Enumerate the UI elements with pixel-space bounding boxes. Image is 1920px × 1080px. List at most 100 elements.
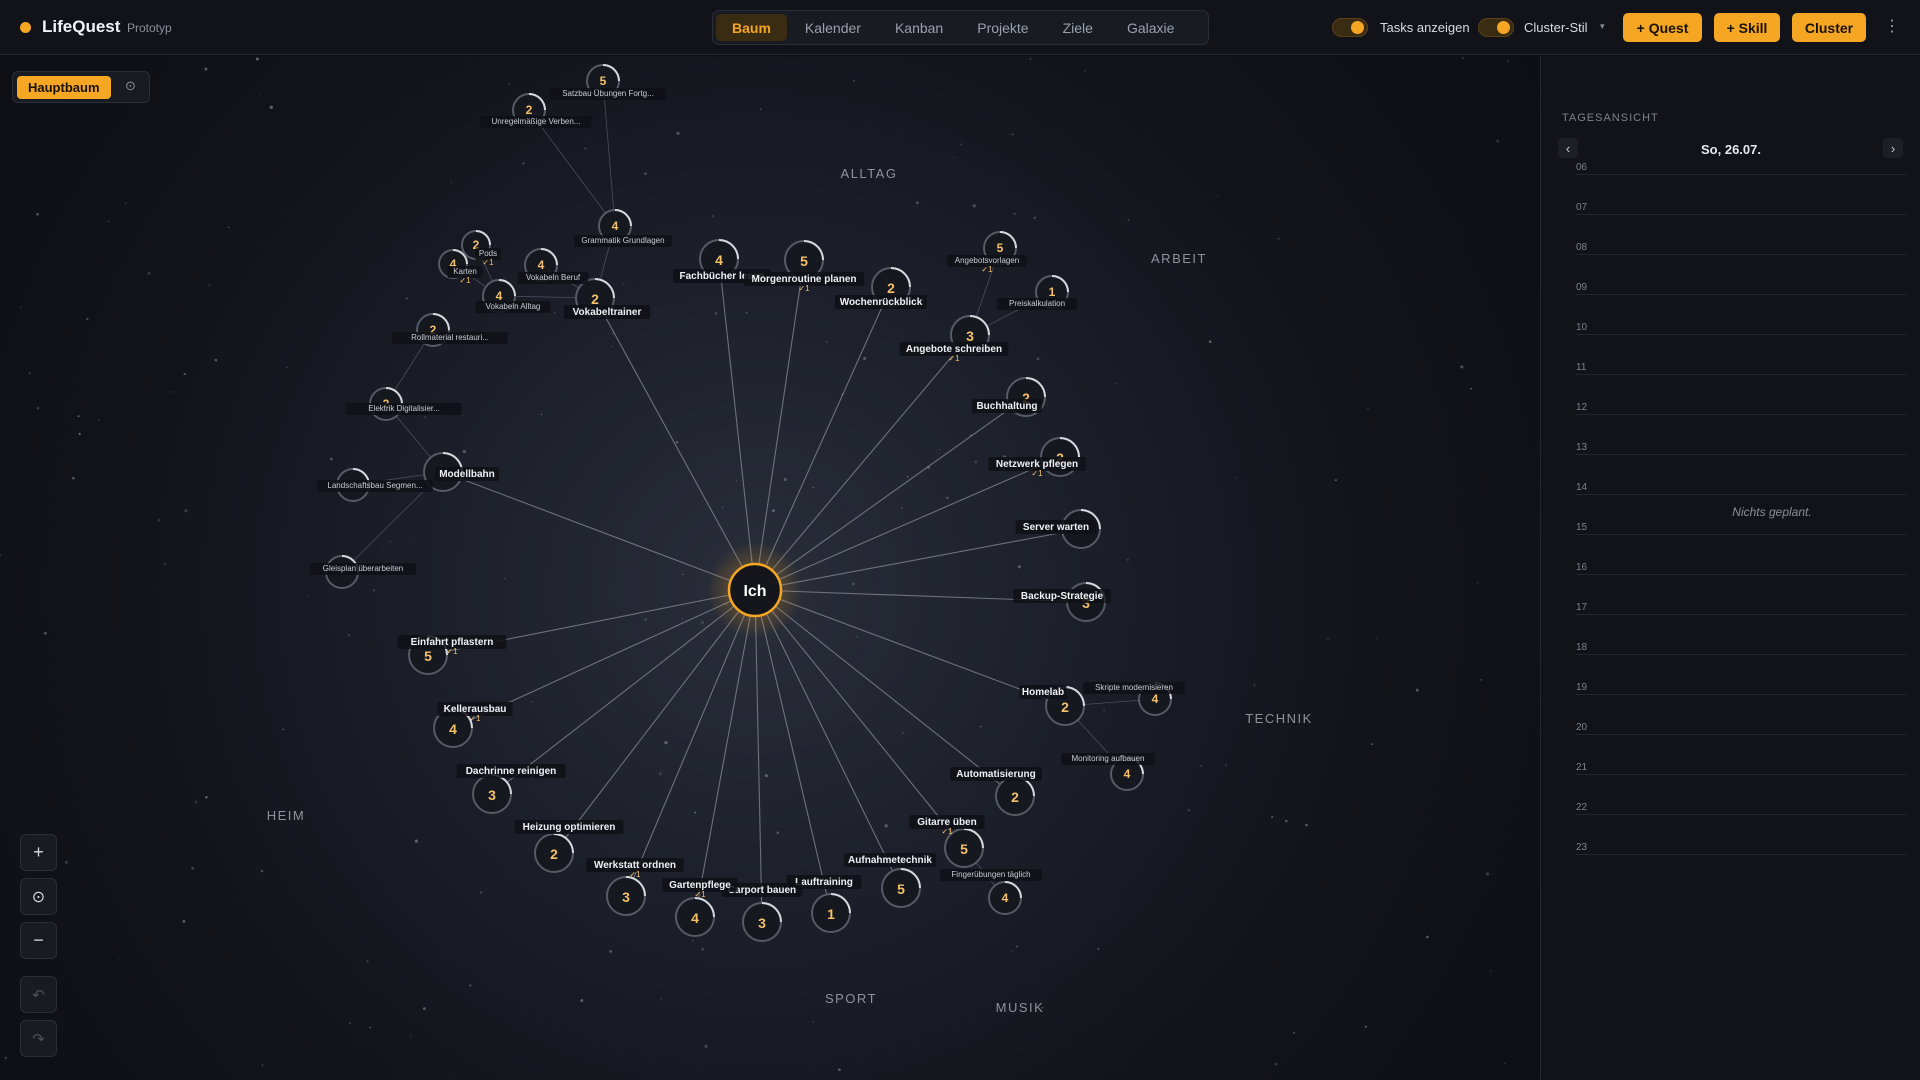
skill-node-n23[interactable]: 3 Dachrinne reinigen — [456, 764, 566, 814]
skill-node-level: 1 — [827, 906, 835, 922]
hour-slot[interactable] — [1575, 614, 1907, 615]
center-view-button[interactable]: ⊙ — [20, 878, 57, 915]
tab-projekte[interactable]: Projekte — [961, 14, 1044, 41]
add-skill-button[interactable]: + Skill — [1714, 13, 1780, 42]
skill-node-n2[interactable]: 5Morgenroutine planen✓1 — [744, 240, 864, 293]
skill-node-n30[interactable]: 2Rollmaterial restauri... — [392, 313, 508, 347]
star — [856, 635, 858, 638]
undo-button[interactable]: ↶ — [20, 976, 57, 1013]
star — [701, 947, 704, 951]
skill-node-n10[interactable]: 3Backup-Strategie — [1013, 582, 1111, 622]
star — [1503, 1062, 1506, 1065]
star — [980, 725, 982, 728]
hour-slot[interactable] — [1575, 854, 1907, 855]
add-quest-button[interactable]: + Quest — [1623, 13, 1702, 42]
redo-button[interactable]: ↷ — [20, 1020, 57, 1057]
skill-node-n24[interactable]: 4Kellerausbau✓1 — [433, 702, 513, 748]
next-day-button[interactable]: › — [1883, 138, 1903, 158]
center-node-label: Ich — [743, 583, 766, 600]
skill-node-n31[interactable]: 2Vokabeltrainer — [563, 278, 651, 319]
cluster-style-caret-icon[interactable]: ▾ — [1600, 21, 1605, 32]
cluster-style-toggle[interactable] — [1478, 18, 1514, 37]
skill-node-n38[interactable]: 5Satzbau Übungen Fortg... — [550, 64, 666, 100]
star — [1017, 565, 1022, 569]
skill-node-n8[interactable]: 2Netzwerk pflegen✓1 — [988, 437, 1086, 478]
skill-node-level: 4 — [538, 258, 545, 272]
skill-node-n27[interactable]: Landschaftsbau Segmen... — [317, 468, 433, 502]
hour-slot[interactable] — [1575, 334, 1907, 335]
skill-node-n16[interactable]: 4 Fingerübungen täglich — [939, 869, 1043, 915]
hour-slot[interactable] — [1575, 654, 1907, 655]
zoom-in-button[interactable]: + — [20, 834, 57, 871]
hour-slot[interactable] — [1575, 414, 1907, 415]
star — [745, 311, 748, 314]
tab-baum[interactable]: Baum — [716, 14, 787, 41]
tab-kalender[interactable]: Kalender — [789, 14, 877, 41]
star — [36, 407, 40, 410]
more-menu-icon[interactable]: ⋮ — [1884, 16, 1900, 36]
star — [1462, 56, 1464, 59]
skill-node-n14[interactable]: 2 Automatisierung — [950, 767, 1042, 816]
star — [735, 479, 737, 482]
skill-node-n25[interactable]: 5Einfahrt pflastern✓1 — [397, 635, 507, 675]
skill-node-n26[interactable]: Modellbahn — [423, 452, 499, 492]
skill-node-n12[interactable]: 4Skripte modernisieren — [1082, 682, 1186, 716]
hour-slot[interactable] — [1575, 734, 1907, 735]
hour-slot[interactable] — [1575, 174, 1907, 175]
star — [711, 215, 714, 218]
skill-node-n5[interactable]: 1Preiskalkulation — [997, 275, 1077, 310]
skill-node-level: 2 — [1061, 699, 1069, 715]
cluster-button[interactable]: Cluster — [1792, 13, 1866, 42]
skill-node-n13[interactable]: 4 Monitoring aufbauen — [1061, 753, 1155, 791]
hour-slot[interactable] — [1575, 534, 1907, 535]
hour-slot[interactable] — [1575, 294, 1907, 295]
star — [508, 83, 510, 85]
hour-slot[interactable] — [1575, 494, 1907, 495]
skill-node-n32[interactable]: 4Vokabeln Beruf — [517, 248, 589, 284]
tab-galaxie[interactable]: Galaxie — [1111, 14, 1190, 41]
skill-node-check-count: ✓1 — [948, 354, 960, 363]
skill-node-n29[interactable]: 2Elektrik Digitalisier... — [346, 387, 462, 421]
zoom-out-button[interactable]: − — [20, 922, 57, 959]
skill-node-n35[interactable]: 2Pods✓1 — [461, 230, 501, 267]
tree-settings-icon[interactable]: ⊙ — [125, 78, 136, 94]
hour-slot[interactable] — [1575, 454, 1907, 455]
star — [182, 919, 186, 923]
skill-node-n7[interactable]: 2Buchhaltung — [972, 377, 1046, 417]
tree-selector-active[interactable]: Hauptbaum — [17, 76, 111, 99]
cluster-label-sport: SPORT — [825, 991, 877, 1006]
star — [184, 509, 188, 513]
tasks-toggle[interactable] — [1332, 18, 1368, 37]
skill-tree-canvas[interactable]: ALLTAG ARBEIT TECHNIK MUSIK SPORT HEIM 4 Fachb… — [0, 56, 1540, 1080]
edge-n38 — [602, 80, 616, 227]
hour-slot[interactable] — [1575, 814, 1907, 815]
skill-node-label: Backup-Strategie — [1021, 591, 1104, 602]
skill-node-n9[interactable]: Server warten — [1015, 509, 1101, 549]
skill-node-n20[interactable]: 4Gartenpflege✓1 — [662, 878, 738, 937]
star — [204, 67, 208, 71]
star — [191, 866, 195, 870]
skill-node-label: Vokabeln Beruf — [526, 273, 581, 282]
star — [675, 441, 679, 444]
star — [704, 1044, 708, 1048]
hour-slot[interactable] — [1575, 694, 1907, 695]
hour-slot[interactable] — [1575, 214, 1907, 215]
edge-n9 — [754, 528, 1082, 591]
hour-slot[interactable] — [1575, 574, 1907, 575]
skill-node-label: Server warten — [1023, 522, 1089, 533]
skill-node-n4[interactable]: 5Angebotsvorlagen✓1 — [947, 231, 1027, 274]
hour-slot[interactable] — [1575, 774, 1907, 775]
star — [1127, 219, 1130, 221]
tab-ziele[interactable]: Ziele — [1047, 14, 1109, 41]
skill-node-n36[interactable]: 4 Grammatik Grundlagen — [574, 209, 672, 247]
tab-kanban[interactable]: Kanban — [879, 14, 959, 41]
star — [349, 1022, 352, 1025]
star — [286, 366, 288, 368]
skill-node-n11[interactable]: 2Homelab — [1019, 685, 1085, 726]
skill-node-n28[interactable]: Gleisplan überarbeiten — [309, 555, 417, 589]
empty-state: Nichts geplant. — [1732, 505, 1812, 519]
hour-slot[interactable] — [1575, 254, 1907, 255]
star — [1376, 637, 1378, 639]
edge-n18 — [754, 589, 832, 914]
hour-slot[interactable] — [1575, 374, 1907, 375]
